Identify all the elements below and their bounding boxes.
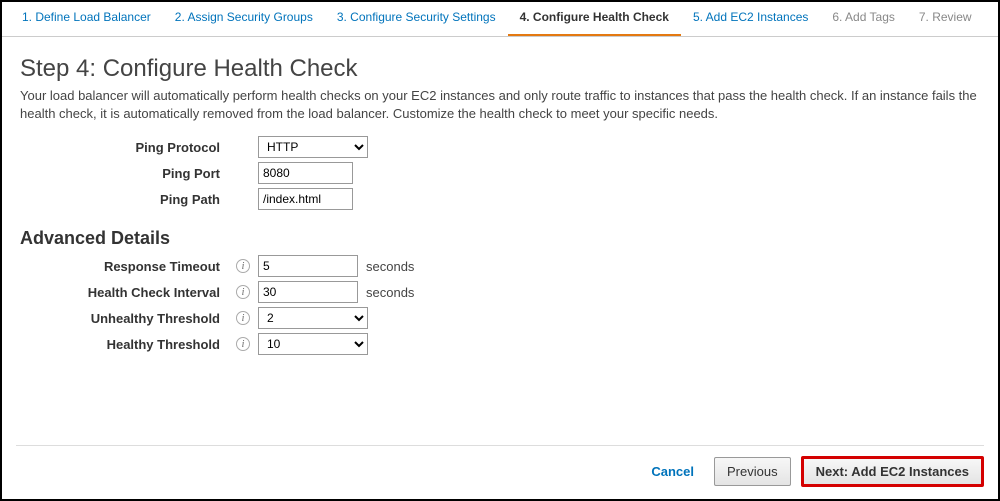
health-check-interval-input[interactable] [258,281,358,303]
previous-button[interactable]: Previous [714,457,791,486]
page-title: Step 4: Configure Health Check [20,55,980,83]
tab-add-ec2-instances[interactable]: 5. Add EC2 Instances [681,2,820,36]
response-timeout-unit: seconds [366,259,414,274]
ping-protocol-select[interactable]: HTTP [258,136,368,158]
tab-define-load-balancer[interactable]: 1. Define Load Balancer [10,2,163,36]
tab-configure-health-check[interactable]: 4. Configure Health Check [508,2,681,36]
wizard-footer: Cancel Previous Next: Add EC2 Instances [16,445,984,487]
wizard-tabs: 1. Define Load Balancer 2. Assign Securi… [2,2,998,37]
ping-path-input[interactable] [258,188,353,210]
ping-path-label: Ping Path [20,192,230,207]
advanced-details-heading: Advanced Details [20,228,980,249]
healthy-threshold-select[interactable]: 10 [258,333,368,355]
tab-assign-security-groups[interactable]: 2. Assign Security Groups [163,2,325,36]
response-timeout-input[interactable] [258,255,358,277]
unhealthy-threshold-select[interactable]: 2 [258,307,368,329]
tab-configure-security-settings[interactable]: 3. Configure Security Settings [325,2,508,36]
health-check-interval-label: Health Check Interval [20,285,230,300]
tab-review[interactable]: 7. Review [907,2,984,36]
unhealthy-threshold-label: Unhealthy Threshold [20,311,230,326]
info-icon[interactable]: i [236,285,250,299]
health-check-interval-unit: seconds [366,285,414,300]
next-button[interactable]: Next: Add EC2 Instances [801,456,984,487]
tab-add-tags[interactable]: 6. Add Tags [820,2,907,36]
ping-port-input[interactable] [258,162,353,184]
info-icon[interactable]: i [236,259,250,273]
cancel-button[interactable]: Cancel [641,458,704,485]
response-timeout-label: Response Timeout [20,259,230,274]
ping-protocol-label: Ping Protocol [20,140,230,155]
healthy-threshold-label: Healthy Threshold [20,337,230,352]
info-icon[interactable]: i [236,337,250,351]
ping-port-label: Ping Port [20,166,230,181]
page-intro: Your load balancer will automatically pe… [20,87,980,122]
info-icon[interactable]: i [236,311,250,325]
